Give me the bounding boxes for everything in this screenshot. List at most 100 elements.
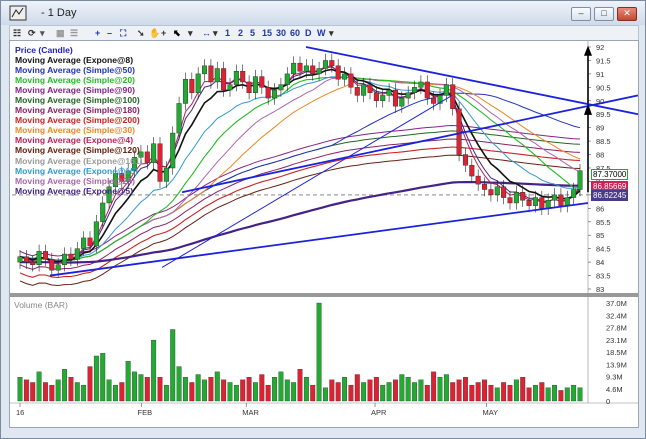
volume-bar [335, 382, 341, 402]
volume-bar [240, 379, 246, 402]
volume-bar [412, 382, 417, 402]
scroll-dropdown-icon[interactable]: ▾ [213, 27, 218, 40]
scroll-icon[interactable]: ↔ [202, 27, 211, 40]
interval-2[interactable]: 2 [238, 27, 243, 40]
zoom-in-icon[interactable]: + [95, 27, 100, 40]
candle-body [342, 73, 348, 80]
volume-bar [291, 382, 297, 402]
candle-body [469, 165, 475, 177]
candle-body [539, 197, 545, 209]
volume-panel-title: Volume (BAR) [14, 300, 68, 310]
candle-body [208, 65, 214, 83]
volume-bar [354, 374, 360, 402]
volume-bar [49, 384, 55, 402]
volume-bar [36, 371, 42, 402]
volume-tick-label: 4.6M [606, 385, 623, 394]
y-tick-label: 83 [596, 285, 604, 294]
interval-30[interactable]: 30 [276, 27, 286, 40]
volume-bar [17, 377, 23, 402]
candle-body [151, 143, 157, 163]
candle-body [93, 221, 99, 247]
dropdown-icon[interactable]: ▾ [40, 27, 45, 40]
volume-bar [443, 374, 449, 402]
candle-body [456, 108, 462, 155]
candle-body [202, 65, 208, 75]
x-tick-label: APR [371, 408, 387, 417]
candle-body [329, 60, 335, 67]
volume-bar [431, 371, 437, 402]
candle-body [405, 92, 411, 99]
close-button[interactable]: ✕ [617, 7, 637, 21]
tool-menu-dropdown[interactable]: ▾ [188, 27, 193, 40]
volume-bar [195, 374, 201, 402]
volume-bar [214, 371, 220, 402]
volume-bar [265, 384, 271, 402]
fit-icon[interactable]: ⛶ [120, 27, 126, 40]
y-tick-label: 91 [596, 70, 604, 79]
volume-bar [380, 384, 386, 402]
interval-15[interactable]: 15 [262, 27, 272, 40]
candle-body [42, 251, 48, 260]
candle-body [431, 97, 437, 104]
interval-1[interactable]: 1 [225, 27, 230, 40]
interval-week[interactable]: W [317, 27, 326, 40]
y-tick-label: 88.5 [596, 137, 611, 146]
volume-bar [393, 379, 398, 402]
interval-60[interactable]: 60 [290, 27, 300, 40]
interval-dropdown-icon[interactable]: ▾ [329, 27, 334, 40]
candle-body [81, 237, 87, 249]
volume-bar [558, 390, 564, 402]
candle-body [443, 84, 449, 96]
volume-bar [259, 374, 265, 402]
interval-5[interactable]: 5 [250, 27, 255, 40]
y-tick-label: 84.5 [596, 245, 611, 254]
candle-body [545, 200, 551, 209]
legend-item: Moving Average (Simple@180) [15, 105, 140, 116]
candle-body [322, 60, 328, 69]
volume-bar [323, 387, 328, 402]
volume-bar [183, 377, 188, 402]
chart-app-icon [9, 5, 27, 21]
candle-body [577, 170, 583, 190]
pan-hand-icon[interactable]: ✋ [149, 27, 160, 40]
crosshair-icon[interactable]: + [161, 27, 166, 40]
y-tick-label: 88 [596, 151, 604, 160]
volume-bar [151, 339, 157, 402]
candle-body [348, 73, 354, 88]
candle-body [450, 84, 456, 110]
volume-bar [405, 377, 411, 402]
volume-bar [367, 379, 373, 402]
candle-body [68, 253, 74, 260]
volume-bar [106, 379, 112, 402]
zoom-out-icon[interactable]: – [107, 27, 112, 40]
list-icon[interactable]: ☰ [70, 27, 78, 40]
volume-tick-label: 23.1M [606, 336, 627, 345]
candle-body [100, 202, 106, 222]
maximize-button[interactable]: □ [594, 7, 614, 21]
candle-body [482, 183, 488, 190]
x-tick-label: FEB [138, 408, 153, 417]
candle-body [278, 84, 284, 91]
candle-body [62, 253, 68, 266]
volume-bar [501, 382, 507, 402]
candle-body [526, 200, 532, 206]
volume-tick-label: 37.0M [606, 299, 627, 308]
legend-item: Moving Average (Simple@120) [15, 145, 140, 156]
candle-body [272, 89, 278, 99]
chart-area[interactable]: 9291.59190.59089.58988.58887.58786.58685… [9, 40, 639, 428]
legend-item: Moving Average (Expone@8) [15, 55, 134, 66]
volume-bar [278, 371, 284, 402]
candle-body [17, 256, 23, 263]
pointer-icon[interactable]: ⬉ [173, 27, 181, 40]
refresh-icon[interactable]: ⟳ [28, 27, 36, 40]
draw-line-icon[interactable]: ➘ [137, 27, 145, 40]
candle-body [392, 89, 398, 107]
volume-tick-label: 18.5M [606, 348, 627, 357]
last-price-tag: 87.37000 [591, 169, 629, 180]
candle-body [176, 103, 182, 134]
chart-settings-icon[interactable]: ☷ [13, 27, 21, 40]
grid-icon[interactable]: ▦ [56, 27, 65, 40]
interval-day[interactable]: D [305, 27, 312, 40]
minimize-button[interactable]: – [571, 7, 591, 21]
candle-body [259, 76, 265, 88]
